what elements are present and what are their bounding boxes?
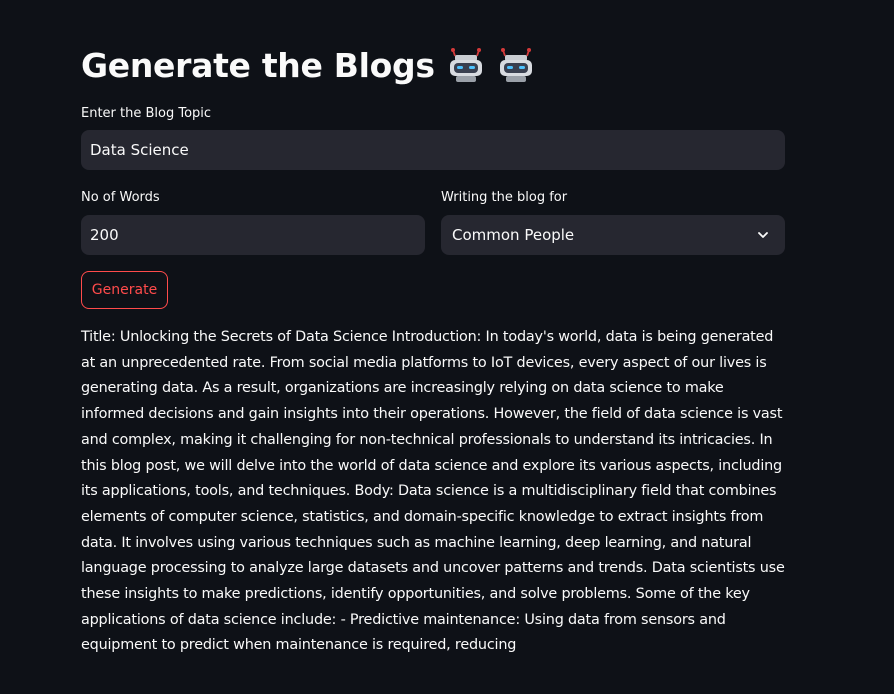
blog-output-text: Title: Unlocking the Secrets of Data Sci… — [81, 329, 785, 654]
words-input[interactable] — [90, 226, 416, 244]
page-title-row: Generate the Blogs — [81, 41, 535, 89]
topic-input-box[interactable] — [81, 130, 785, 170]
audience-label: Writing the blog for — [441, 190, 568, 205]
topic-input[interactable] — [90, 141, 776, 159]
words-input-box[interactable] — [81, 215, 425, 255]
audience-select[interactable]: Common People — [441, 215, 785, 255]
chevron-down-icon — [758, 232, 768, 238]
audience-select-value: Common People — [452, 226, 575, 244]
topic-label: Enter the Blog Topic — [81, 106, 212, 121]
generate-button[interactable]: Generate — [81, 271, 168, 309]
robot-icon — [499, 48, 532, 82]
page-title: Generate the Blogs — [81, 45, 435, 85]
robot-icon — [449, 48, 482, 82]
app-page: Generate the Blogs Enter the Blog Topic … — [0, 0, 894, 694]
words-label: No of Words — [81, 190, 160, 205]
